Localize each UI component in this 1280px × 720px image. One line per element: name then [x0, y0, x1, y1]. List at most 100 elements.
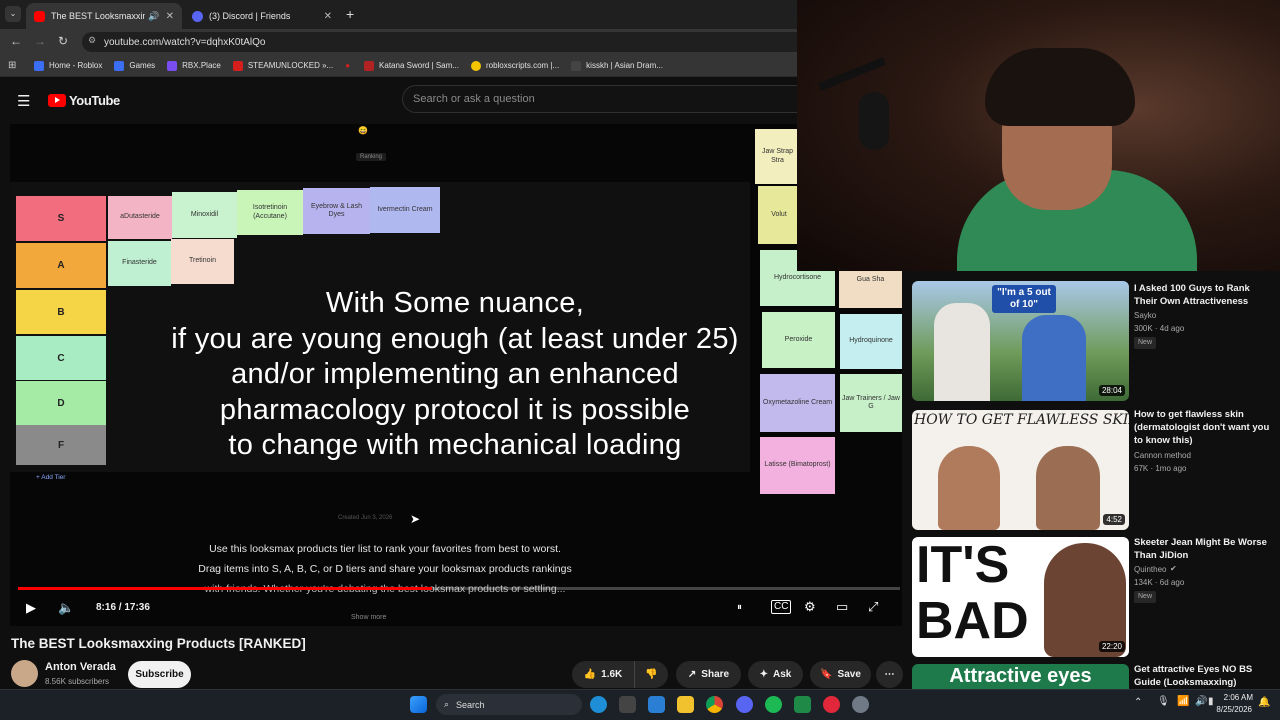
taskbar-search[interactable]: ⌕ Search [436, 694, 582, 715]
ask-button[interactable]: ✦ Ask [748, 661, 803, 688]
spotify-icon[interactable] [765, 696, 782, 713]
recommendation-title[interactable]: Skeeter Jean Might Be Worse Than JiDion [1134, 536, 1274, 562]
windows-taskbar [0, 689, 1280, 720]
more-actions-button[interactable]: ⋯ [876, 661, 903, 688]
recommendation-thumbnail[interactable]: Attractive eyes [912, 664, 1129, 689]
bookmark-steamunlocked[interactable]: STEAMUNLOCKED »... [232, 60, 333, 71]
item-card: Minoxidil [172, 192, 237, 238]
recommendation-thumbnail[interactable]: IT'S BAD 22:20 [912, 537, 1129, 657]
play-icon[interactable]: ▶ [26, 600, 36, 616]
caption-line: to change with mechanical loading [228, 429, 682, 461]
hamburger-menu-icon[interactable]: ☰ [17, 92, 30, 110]
task-view-icon[interactable] [619, 696, 636, 713]
bookmark-games[interactable]: Games [114, 60, 155, 71]
settings-app-icon[interactable] [852, 696, 869, 713]
search-input[interactable]: Search or ask a question [402, 85, 802, 113]
side-item-card: Hydroquinone [840, 314, 902, 369]
recommendation-channel[interactable]: Cannon method [1134, 450, 1191, 462]
theater-mode-icon[interactable]: ▭ [836, 599, 848, 615]
new-tab-icon[interactable]: + [346, 6, 354, 22]
store-icon[interactable] [648, 696, 665, 713]
video-title: The BEST Looksmaxxing Products [RANKED] [11, 636, 306, 651]
recommendation-thumbnail[interactable]: HOW TO GET FLAWLESS SKIN 4:52 [912, 410, 1129, 530]
like-button[interactable]: 👍 1.6K [572, 661, 634, 688]
thumbnail-person [934, 303, 990, 401]
tier-f: F [16, 425, 106, 465]
forward-arrow-icon[interactable]: → [34, 34, 46, 48]
notification-icon[interactable]: 🔔 [1258, 697, 1270, 708]
autoplay-toggle-icon[interactable]: ⏸ [737, 602, 742, 613]
bookmark-dot-icon[interactable]: ● [345, 61, 350, 70]
bookmark-robloxscripts[interactable]: robloxscripts.com |... [470, 60, 559, 71]
settings-gear-icon[interactable]: ⚙ [804, 599, 816, 615]
progress-bar-fill [18, 587, 432, 590]
bookmark-rbxplace[interactable]: RBX.Place [167, 60, 221, 71]
subscriber-count: 8.56K subscribers [45, 677, 110, 686]
kisskh-icon [571, 60, 582, 71]
item-card: Ivermectin Cream [370, 187, 440, 233]
subscribe-label: Subscribe [135, 669, 184, 680]
bookmark-roblox[interactable]: Home - Roblox [34, 60, 102, 71]
mouse-cursor-icon: ➤ [410, 512, 421, 526]
windows-start-icon[interactable] [410, 696, 427, 713]
recommendation-thumbnail[interactable]: "I'm a 5 out of 10" 28:04 [912, 281, 1129, 401]
save-button[interactable]: 🔖 Save [810, 661, 871, 688]
subscribe-button[interactable]: Subscribe [128, 661, 191, 688]
duration-badge: 4:52 [1103, 514, 1125, 525]
youtube-logo[interactable]: YouTube [48, 93, 120, 108]
bookmark-label: kisskh | Asian Dram... [586, 61, 663, 70]
apps-grid-icon[interactable]: ⊞ [8, 60, 16, 71]
bookmark-label: RBX.Place [182, 61, 221, 70]
volume-icon[interactable]: 🔈 [58, 600, 74, 616]
discord-icon[interactable] [736, 696, 753, 713]
microphone-icon[interactable]: 🎙 [1157, 696, 1170, 707]
app-icon[interactable] [794, 696, 811, 713]
fullscreen-icon[interactable]: ⤢ [868, 599, 878, 615]
channel-name[interactable]: Anton Verada [45, 661, 116, 673]
channel-avatar[interactable] [11, 660, 38, 687]
dislike-button[interactable]: 👎 [634, 661, 668, 688]
file-explorer-icon[interactable] [677, 696, 694, 713]
caption-line: if you are young enough (at least under … [171, 322, 739, 355]
more-dots-icon: ⋯ [884, 669, 895, 680]
site-info-icon[interactable]: ⚙ [88, 35, 96, 46]
clock-date[interactable]: 8/25/2026 [1210, 705, 1252, 714]
recommendation-meta: 134K · 6d ago [1134, 578, 1185, 587]
copilot-icon[interactable] [590, 696, 607, 713]
reload-icon[interactable]: ↻ [58, 34, 68, 48]
volume-tray-icon[interactable]: 🔊 [1195, 696, 1207, 707]
caption-line: and/or implementing an enhanced [231, 358, 679, 390]
recommendation-title[interactable]: Get attractive Eyes NO BS Guide (Looksma… [1134, 663, 1274, 689]
wifi-icon[interactable]: 📶 [1177, 696, 1189, 707]
close-tab-icon[interactable]: ✕ [166, 11, 174, 22]
recommendation-title[interactable]: I Asked 100 Guys to Rank Their Own Attra… [1134, 282, 1274, 308]
bookmark-kisskh[interactable]: kisskh | Asian Dram... [571, 60, 663, 71]
recommendation-channel[interactable]: Quintheo [1134, 564, 1166, 576]
bookmark-icon: 🔖 [820, 669, 833, 680]
tab-discord[interactable]: (3) Discord | Friends ✕ [184, 3, 340, 29]
robloxscripts-icon [470, 60, 481, 71]
bookmark-katana[interactable]: Katana Sword | Sam... [364, 60, 459, 71]
taskbar-search-label: Search [456, 699, 485, 710]
chevron-up-icon[interactable]: ⌃ [1134, 697, 1142, 708]
side-item-card: Volut [758, 186, 800, 244]
clock-time[interactable]: 2:06 AM [1219, 693, 1253, 702]
tab-label: The BEST Looksmaxxing Pro [51, 11, 146, 21]
rbxplace-icon [167, 60, 178, 71]
recommendation-channel[interactable]: Sayko [1134, 310, 1156, 322]
thumbnail-person [1022, 315, 1086, 401]
roblox-icon [34, 60, 44, 71]
back-arrow-icon[interactable]: ← [10, 34, 22, 48]
address-bar[interactable]: ⚙ youtube.com/watch?v=dqhxK0tAlQo [82, 32, 800, 52]
video-player[interactable]: 😄 Ranking S A B C D F aDutasteride Minox… [10, 124, 902, 626]
captions-icon[interactable]: CC [771, 600, 792, 614]
recommendation-title[interactable]: How to get flawless skin (dermatologist … [1134, 408, 1274, 447]
chrome-icon[interactable] [706, 696, 723, 713]
opera-icon[interactable] [823, 696, 840, 713]
thumbnail-text: HOW TO GET FLAWLESS SKIN [914, 412, 1129, 428]
tab-youtube[interactable]: The BEST Looksmaxxing Pro 🔊 ✕ [26, 3, 182, 29]
share-button[interactable]: ↗ Share [676, 661, 741, 688]
show-more-label: Show more [351, 614, 387, 621]
close-tab-icon[interactable]: ✕ [324, 11, 332, 22]
tab-list-icon[interactable]: ⌄ [5, 6, 21, 22]
